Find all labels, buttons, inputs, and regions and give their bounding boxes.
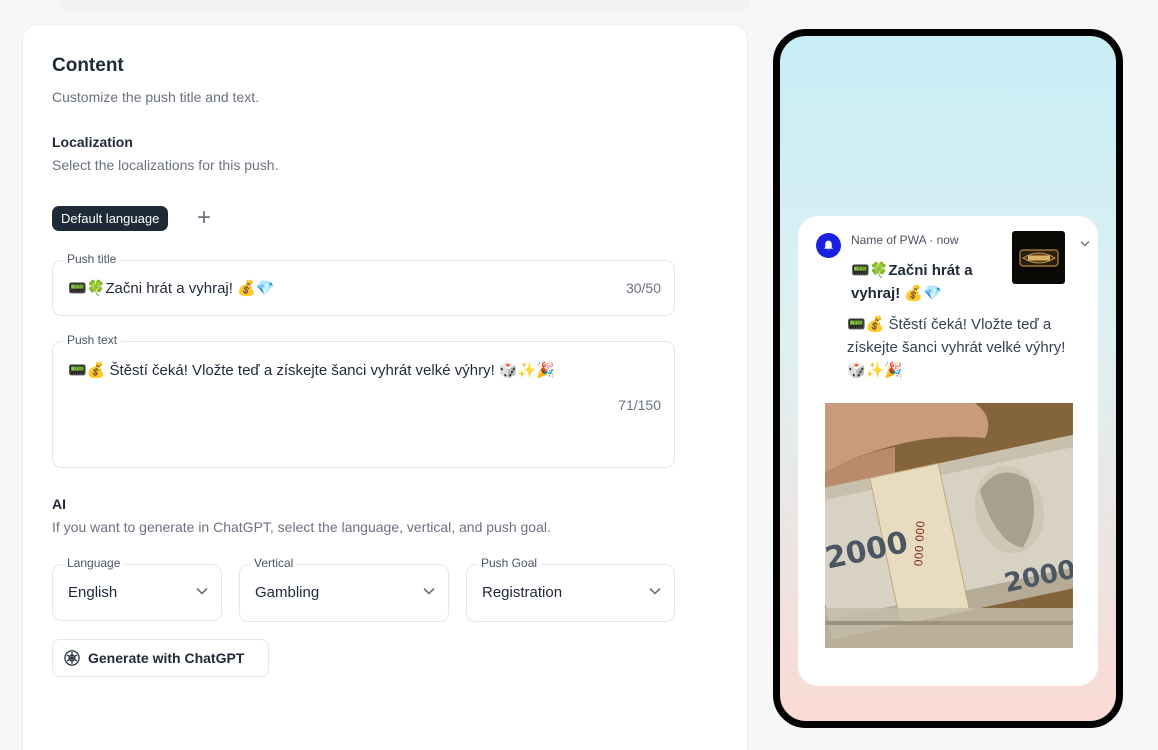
chatgpt-icon — [64, 650, 80, 666]
push-title-label: Push title — [63, 252, 121, 266]
push-title-input[interactable]: 📟🍀Začni hrát a vyhraj! 💰💎 — [68, 279, 274, 297]
chevron-down-icon — [649, 587, 661, 595]
language-label: Language — [63, 556, 125, 570]
ai-subtitle: If you want to generate in ChatGPT, sele… — [52, 519, 551, 535]
push-text-label: Push text — [63, 333, 122, 347]
language-value: English — [68, 584, 118, 601]
push-notification-preview: Name of PWA · now 📟🍀Začni hrát a vyhraj!… — [798, 216, 1098, 686]
content-title: Content — [52, 55, 124, 76]
push-text-field[interactable]: Push text 📟💰 Štěstí čeká! Vložte teď a z… — [52, 333, 675, 468]
localization-subtitle: Select the localizations for this push. — [52, 157, 279, 173]
notification-body: 📟💰 Štěstí čeká! Vložte teď a získejte ša… — [847, 316, 1066, 379]
language-select[interactable]: Language English — [52, 556, 222, 621]
push-goal-label: Push Goal — [477, 556, 542, 570]
vertical-value: Gambling — [255, 584, 320, 601]
casino-logo — [1012, 231, 1065, 284]
content-subtitle: Customize the push title and text. — [52, 89, 259, 105]
vertical-select[interactable]: Vertical Gambling — [239, 556, 449, 622]
add-localization-button[interactable]: + — [193, 206, 215, 231]
top-strip — [60, 0, 750, 12]
default-language-chip[interactable]: Default language — [52, 206, 169, 231]
chevron-down-icon — [423, 587, 435, 595]
ai-title: AI — [52, 496, 66, 512]
push-title-counter: 30/50 — [625, 280, 661, 296]
expand-chevron-icon[interactable] — [1080, 240, 1090, 247]
push-text-input[interactable]: 📟💰 Štěstí čeká! Vložte teď a získejte ša… — [68, 361, 555, 379]
bell-icon — [816, 233, 841, 258]
vertical-label: Vertical — [250, 556, 298, 570]
chevron-down-icon — [196, 587, 208, 595]
plus-icon: + — [196, 204, 211, 231]
generate-button-label: Generate with ChatGPT — [88, 650, 245, 666]
notification-app-meta: Name of PWA · now — [851, 233, 959, 247]
phone-preview: Name of PWA · now 📟🍀Začni hrát a vyhraj!… — [773, 29, 1123, 728]
banknotes-image: 000 000 2000 2000 — [825, 403, 1073, 648]
localization-title: Localization — [52, 134, 133, 150]
push-text-counter: 71/150 — [618, 397, 661, 413]
svg-text:000 000: 000 000 — [912, 521, 927, 567]
notification-title: 📟🍀Začni hrát a vyhraj! 💰💎 — [851, 262, 973, 302]
push-goal-select[interactable]: Push Goal Registration — [466, 556, 675, 622]
push-title-field[interactable]: Push title 📟🍀Začni hrát a vyhraj! 💰💎 30/… — [52, 252, 675, 316]
push-goal-value: Registration — [482, 584, 563, 601]
generate-with-chatgpt-button[interactable]: Generate with ChatGPT — [52, 639, 269, 677]
